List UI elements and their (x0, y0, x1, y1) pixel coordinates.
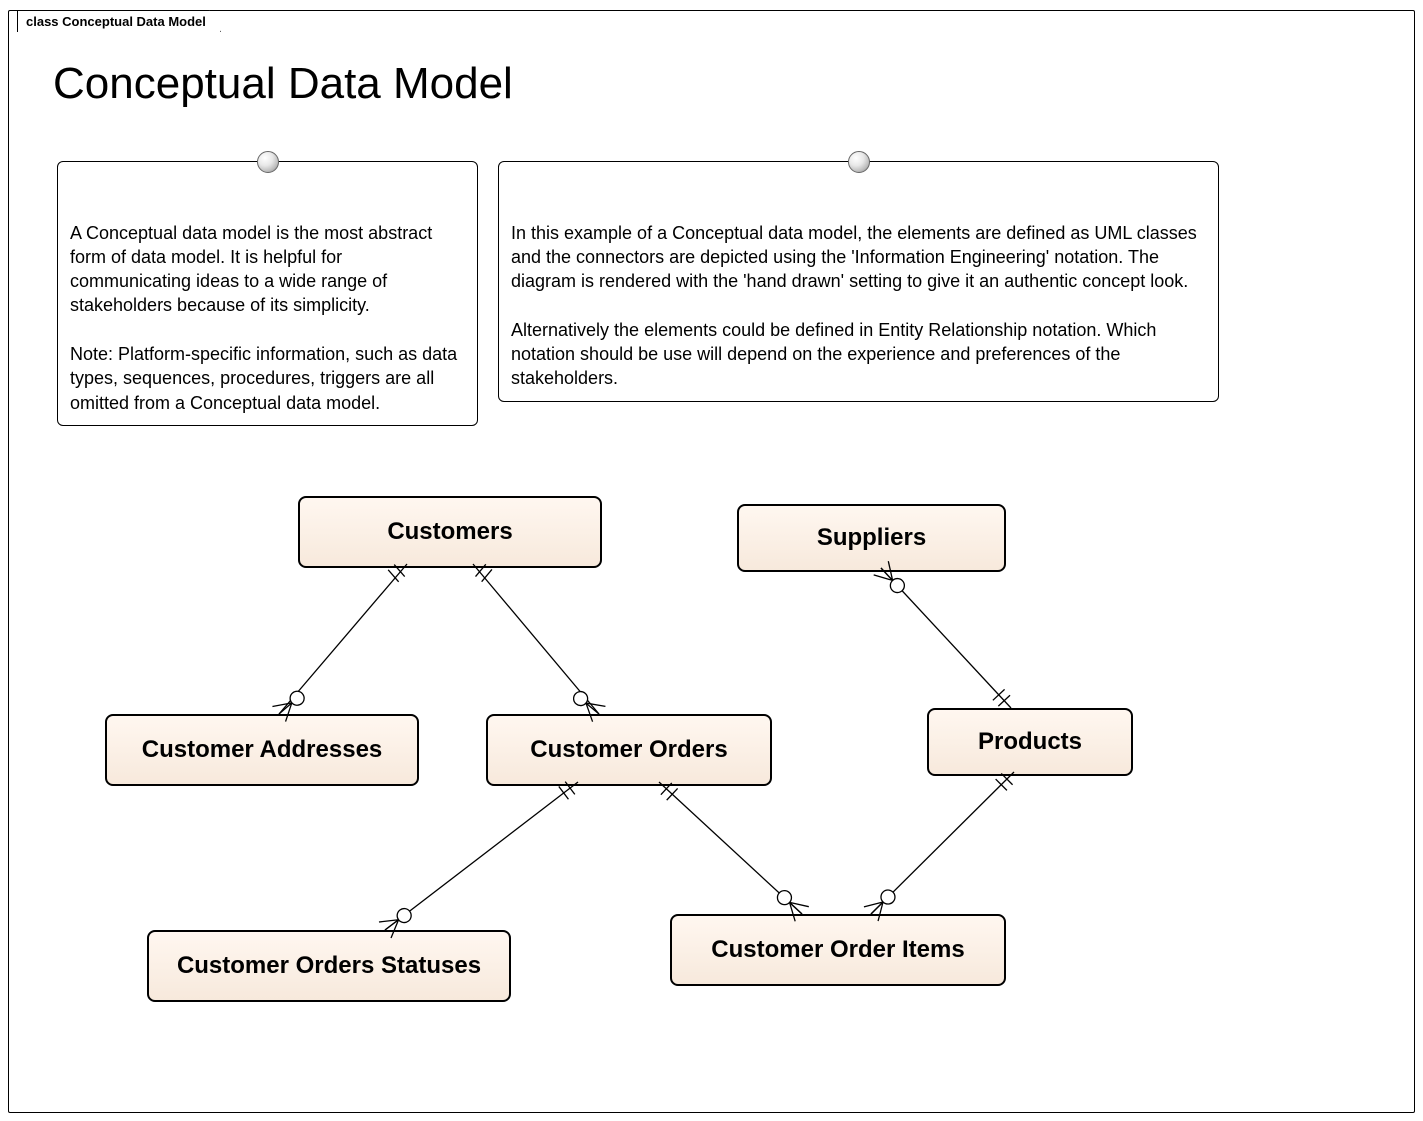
note-right-text: In this example of a Conceptual data mod… (511, 223, 1197, 389)
note-left-text: A Conceptual data model is the most abst… (70, 223, 457, 413)
entity-customer-orders[interactable]: Customer Orders (486, 714, 772, 786)
rel-products-items (871, 772, 1014, 914)
pin-icon (848, 151, 870, 173)
diagram-frame: class Conceptual Data Model Conceptual D… (0, 0, 1423, 1121)
note-left: A Conceptual data model is the most abst… (57, 161, 478, 426)
entity-customer-orders-statuses[interactable]: Customer Orders Statuses (147, 930, 511, 1002)
diagram-tab: class Conceptual Data Model (17, 10, 221, 32)
diagram-border: class Conceptual Data Model Conceptual D… (8, 10, 1415, 1113)
entity-customers[interactable]: Customers (298, 496, 602, 568)
rel-orders-items (659, 782, 802, 914)
entity-customer-addresses[interactable]: Customer Addresses (105, 714, 419, 786)
note-right: In this example of a Conceptual data mod… (498, 161, 1219, 402)
pin-icon (257, 151, 279, 173)
diagram-title: Conceptual Data Model (53, 59, 513, 109)
entity-customer-order-items[interactable]: Customer Order Items (670, 914, 1006, 986)
rel-orders-statuses (385, 782, 578, 930)
rel-customers-orders (473, 564, 599, 714)
entity-suppliers[interactable]: Suppliers (737, 504, 1006, 572)
rel-customers-addresses (279, 564, 407, 714)
entity-products[interactable]: Products (927, 708, 1133, 776)
rel-suppliers-products (881, 568, 1011, 708)
card-one (993, 689, 1010, 706)
